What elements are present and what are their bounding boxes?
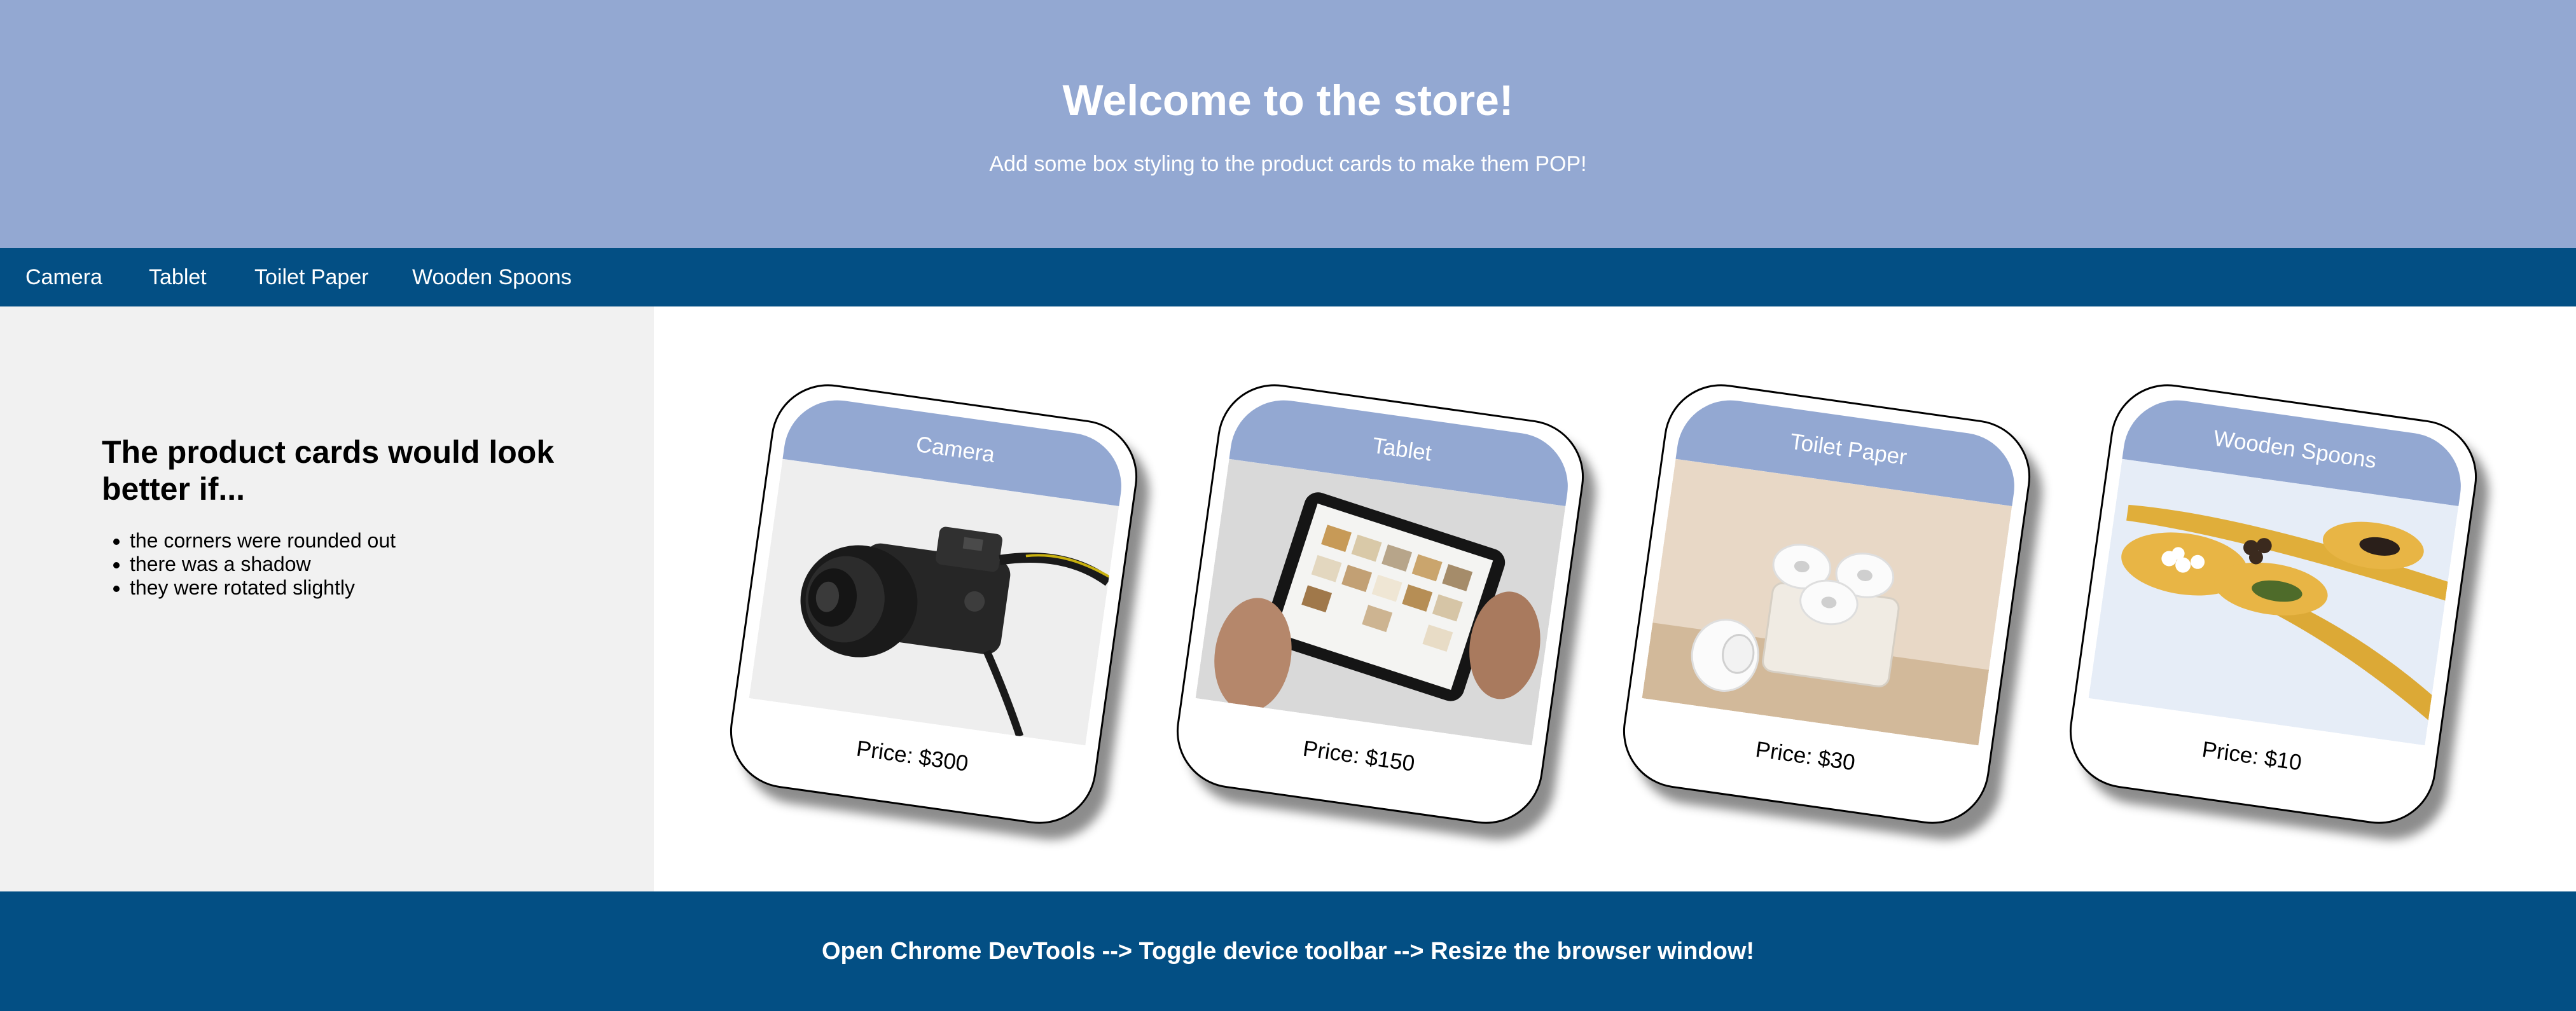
product-card-camera[interactable]: Camera Price: $300 [723,376,1145,832]
product-card-tablet[interactable]: Tablet Price: $150 [1169,376,1591,832]
tablet-image [1195,458,1566,746]
product-card-wooden-spoons[interactable]: Wooden Spoons Price: $10 [2062,376,2484,832]
wooden-spoons-image [2088,458,2459,746]
nav-item-tablet[interactable]: Tablet [149,248,207,306]
sidebar: The product cards would look better if..… [0,306,654,891]
toilet-paper-image [1642,458,2012,746]
nav-item-toilet-paper[interactable]: Toilet Paper [254,248,369,306]
nav-item-camera[interactable]: Camera [25,248,102,306]
list-item: they were rotated slightly [130,576,396,600]
product-card-toilet-paper[interactable]: Toilet Paper Price: $30 [1616,376,2038,832]
camera-image [749,458,1119,746]
footer: Open Chrome DevTools --> Toggle device t… [0,891,2576,1011]
page: Welcome to the store! Add some box styli… [0,0,2576,1011]
footer-text: Open Chrome DevTools --> Toggle device t… [821,938,1755,965]
sidebar-heading: The product cards would look better if..… [102,434,555,507]
list-item: there was a shadow [130,553,396,576]
nav-bar: Camera Tablet Toilet Paper Wooden Spoons [0,248,2576,306]
sidebar-list: the corners were rounded out there was a… [102,529,396,600]
header: Welcome to the store! Add some box styli… [0,0,2576,248]
page-title: Welcome to the store! [1062,76,1514,125]
product-area: Camera Price: $300 Tablet Price: $150 To… [654,306,2576,891]
page-subtitle: Add some box styling to the product card… [989,152,1587,176]
nav-item-wooden-spoons[interactable]: Wooden Spoons [412,248,572,306]
list-item: the corners were rounded out [130,529,396,553]
